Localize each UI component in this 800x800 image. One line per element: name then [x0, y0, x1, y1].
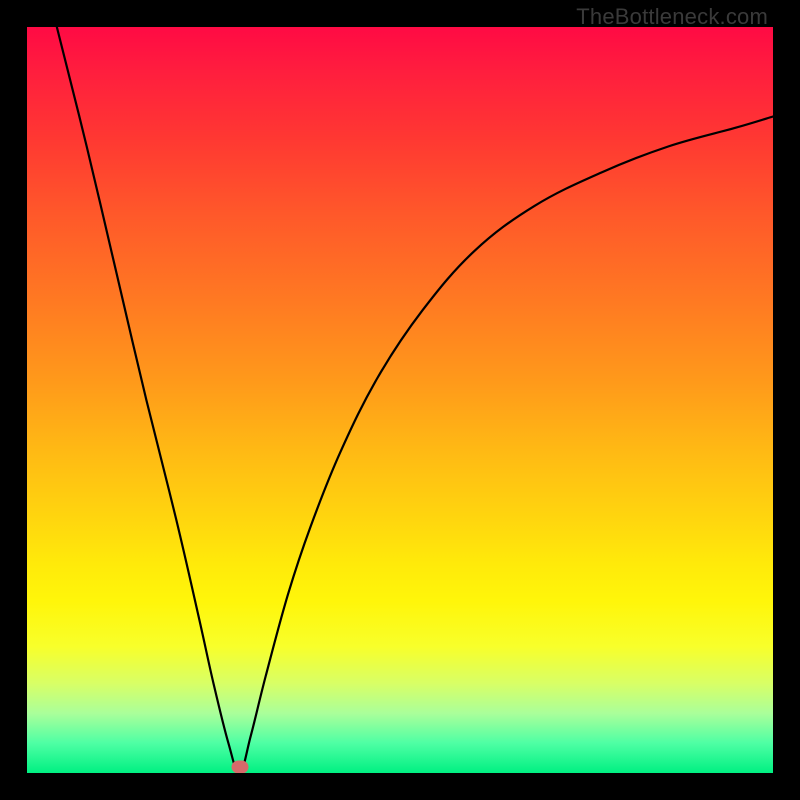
bottleneck-curve	[27, 27, 773, 773]
minimum-marker	[231, 761, 248, 773]
curve-path	[57, 27, 773, 773]
plot-area	[27, 27, 773, 773]
